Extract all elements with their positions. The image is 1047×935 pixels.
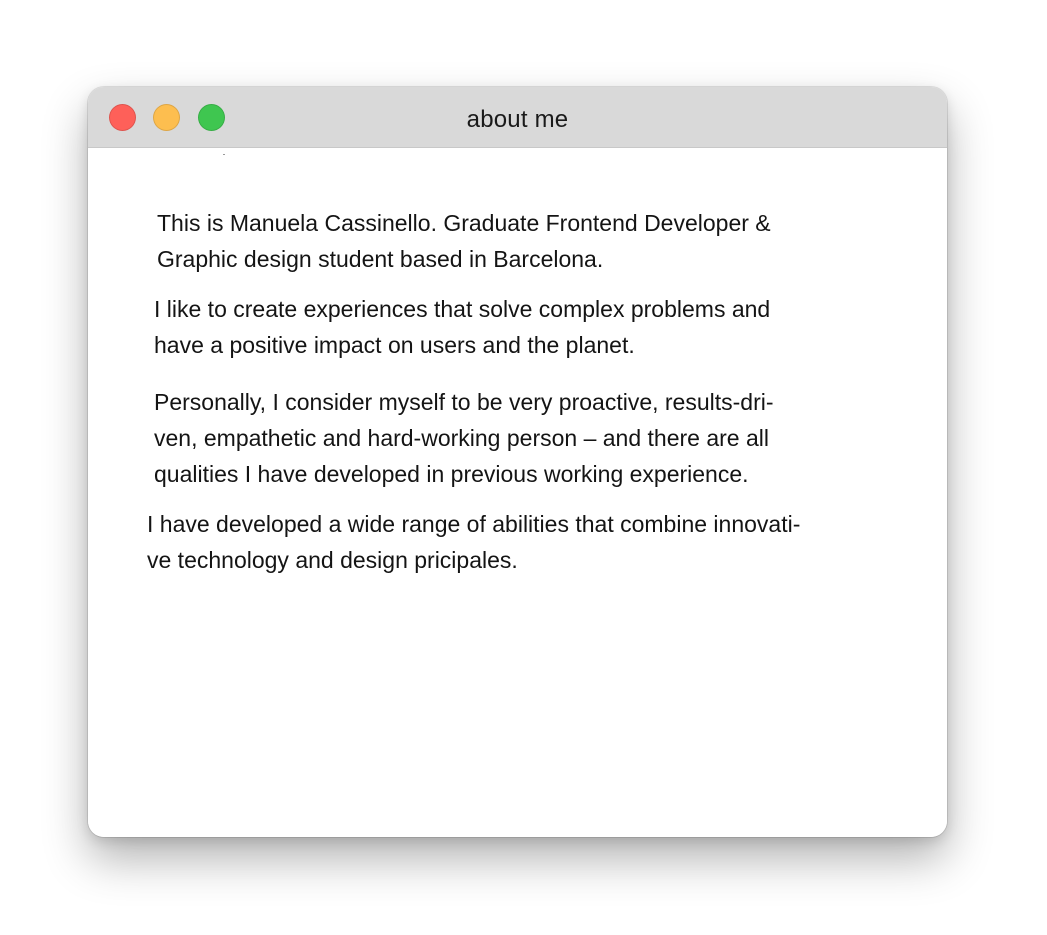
content-speck xyxy=(223,154,225,155)
window-content: This is Manuela Cassinello. Graduate Fro… xyxy=(88,148,947,837)
personality-paragraph: Personally, I consider myself to be very… xyxy=(154,389,774,487)
abilities-paragraph: I have developed a wide range of abiliti… xyxy=(147,511,801,573)
window-title: about me xyxy=(466,106,569,133)
intro-paragraph: This is Manuela Cassinello. Graduate Fro… xyxy=(157,210,771,272)
experiences-paragraph: I like to create experiences that solve … xyxy=(154,296,771,358)
window-titlebar[interactable]: about me xyxy=(88,87,947,148)
about-me-window: about me This is Manuela Cassinello. Gra… xyxy=(88,87,947,837)
